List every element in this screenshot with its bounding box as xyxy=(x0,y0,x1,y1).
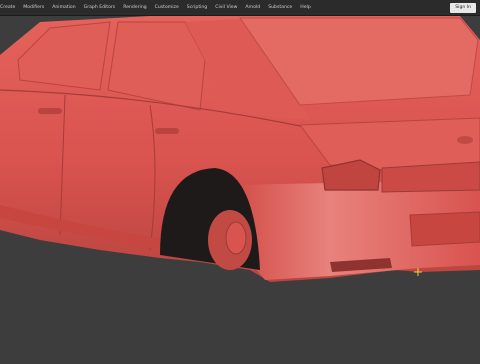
menu-scripting[interactable]: Scripting xyxy=(183,0,211,16)
menu-rendering[interactable]: Rendering xyxy=(119,0,150,16)
menu-modifiers[interactable]: Modifiers xyxy=(19,0,48,16)
viewport-scene xyxy=(0,16,480,282)
rear-door-handle xyxy=(155,128,179,134)
emblem xyxy=(457,136,473,144)
menu-help[interactable]: Help xyxy=(296,0,314,16)
menu-substance[interactable]: Substance xyxy=(264,0,296,16)
3d-viewport[interactable] xyxy=(0,16,480,360)
menu-civil-view[interactable]: Civil View xyxy=(211,0,241,16)
menu-animation[interactable]: Animation xyxy=(48,0,79,16)
menu-graph-editors[interactable]: Graph Editors xyxy=(80,0,120,16)
sign-in-button[interactable]: Sign In xyxy=(450,3,476,13)
menu-arnold[interactable]: Arnold xyxy=(241,0,264,16)
plate-recess xyxy=(409,211,480,247)
menu-create[interactable]: Create xyxy=(0,0,19,16)
front-door-handle xyxy=(38,108,62,114)
menu-customize[interactable]: Customize xyxy=(151,0,183,16)
menu-bar: Create Modifiers Animation Graph Editors… xyxy=(0,0,480,16)
rear-wheel-hub xyxy=(225,221,247,255)
